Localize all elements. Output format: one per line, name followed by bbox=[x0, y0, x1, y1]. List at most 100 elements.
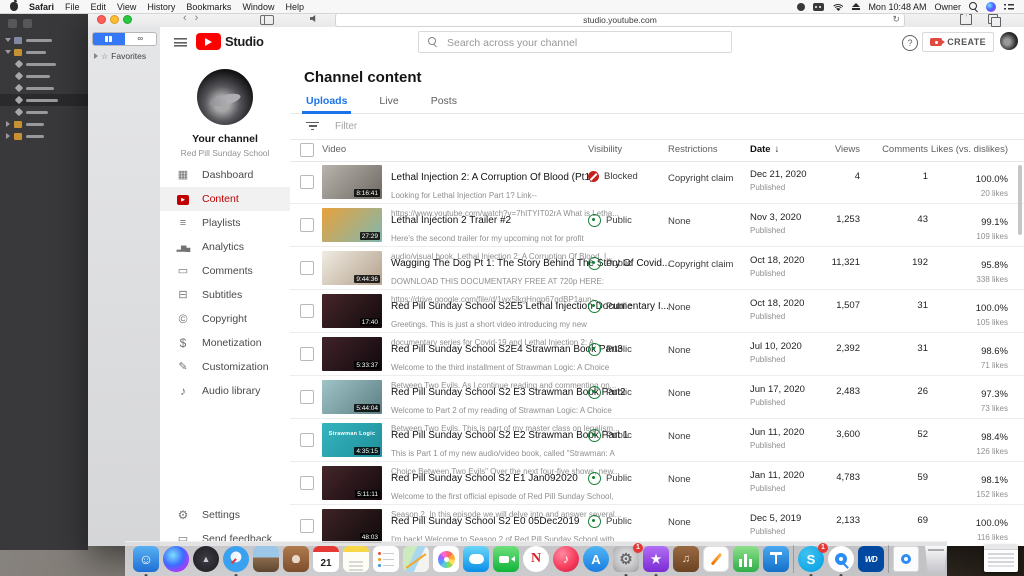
search-input[interactable] bbox=[445, 32, 727, 54]
table-row[interactable]: 27:29 Lethal Injection 2 Trailer #2 Here… bbox=[290, 204, 1024, 247]
video-thumbnail[interactable]: 48:03 bbox=[322, 509, 382, 543]
apple-menu-icon[interactable] bbox=[10, 2, 18, 11]
dock-launchpad-icon[interactable] bbox=[193, 546, 219, 572]
menubar-item[interactable]: History bbox=[147, 2, 175, 12]
wd-menulet-icon[interactable] bbox=[813, 3, 824, 11]
favorites-row[interactable]: ☆ Favorites bbox=[94, 51, 146, 61]
visibility-cell[interactable]: Public bbox=[588, 386, 632, 399]
menubar-item[interactable]: File bbox=[65, 2, 80, 12]
dock-maps-icon[interactable] bbox=[403, 546, 429, 572]
eject-icon[interactable] bbox=[852, 3, 860, 10]
header-video[interactable]: Video bbox=[322, 144, 346, 155]
filter-input[interactable] bbox=[333, 120, 537, 133]
studio-logo[interactable]: Studio bbox=[196, 33, 264, 50]
visibility-cell[interactable]: Public bbox=[588, 515, 632, 528]
dock-netflix-icon[interactable]: N bbox=[523, 546, 549, 572]
zoom-window-button[interactable] bbox=[123, 15, 132, 24]
reading-list-tab-icon[interactable]: ∞ bbox=[125, 33, 157, 45]
header-likes[interactable]: Likes (vs. dislikes) bbox=[898, 144, 1008, 155]
sidebar-item[interactable]: Analytics bbox=[160, 235, 290, 259]
header-visibility[interactable]: Visibility bbox=[588, 144, 622, 155]
header-restrictions[interactable]: Restrictions bbox=[668, 144, 718, 155]
reload-icon[interactable]: ↻ bbox=[892, 14, 900, 25]
siri-icon[interactable] bbox=[986, 2, 996, 12]
window-controls[interactable] bbox=[97, 15, 132, 24]
dock-notes-icon[interactable] bbox=[343, 546, 369, 572]
create-button[interactable]: CREATE bbox=[922, 32, 994, 52]
visibility-cell[interactable]: Public bbox=[588, 343, 632, 356]
dock-calendar-icon[interactable]: 21 bbox=[313, 546, 339, 572]
menubar-user[interactable]: Owner bbox=[934, 2, 961, 12]
dock-photo-icon[interactable] bbox=[253, 546, 279, 572]
video-thumbnail[interactable]: 27:29 bbox=[322, 208, 382, 242]
video-thumbnail[interactable]: 17:40 bbox=[322, 294, 382, 328]
visibility-cell[interactable]: Blocked bbox=[588, 171, 638, 182]
row-checkbox[interactable] bbox=[300, 175, 314, 189]
disclosure-triangle-icon[interactable] bbox=[94, 53, 98, 59]
video-thumbnail[interactable]: 8:16:41 bbox=[322, 165, 382, 199]
video-thumbnail[interactable]: 5:33:37 bbox=[322, 337, 382, 371]
dock-facetime-icon[interactable] bbox=[493, 546, 519, 572]
dock-reminders-icon[interactable] bbox=[373, 546, 399, 572]
video-title[interactable]: Red Pill Sunday School S2 E0 05Dec2019 bbox=[391, 516, 579, 527]
sidebar-item[interactable]: Customization bbox=[160, 355, 290, 379]
menubar-item[interactable]: Bookmarks bbox=[186, 2, 231, 12]
content-tab[interactable]: Live bbox=[377, 95, 400, 113]
scrollbar-thumb[interactable] bbox=[1018, 165, 1022, 235]
row-checkbox[interactable] bbox=[300, 261, 314, 275]
close-window-button[interactable] bbox=[97, 15, 106, 24]
sidebar-item[interactable]: Settings bbox=[160, 503, 290, 527]
table-row[interactable]: 5:33:37 Red Pill Sunday School S2E4 Stra… bbox=[290, 333, 1024, 376]
sidebar-item[interactable]: Comments bbox=[160, 259, 290, 283]
dock-itunes-icon[interactable] bbox=[553, 546, 579, 572]
video-thumbnail[interactable]: 9:44:36 bbox=[322, 251, 382, 285]
dock-appstore-icon[interactable]: A bbox=[583, 546, 609, 572]
sidebar-item[interactable]: Dashboard bbox=[160, 163, 290, 187]
menubar-item[interactable]: View bbox=[117, 2, 136, 12]
row-checkbox[interactable] bbox=[300, 476, 314, 490]
notification-center-icon[interactable] bbox=[1004, 3, 1014, 11]
channel-search-box[interactable] bbox=[418, 31, 732, 53]
visibility-cell[interactable]: Public bbox=[588, 429, 632, 442]
visibility-cell[interactable]: Public bbox=[588, 472, 632, 485]
visibility-cell[interactable]: Public bbox=[588, 214, 632, 227]
dock-siri-icon[interactable] bbox=[163, 546, 189, 572]
content-tab[interactable]: Uploads bbox=[304, 95, 349, 113]
dock-preferences-icon[interactable]: 1 bbox=[613, 546, 639, 572]
select-all-checkbox[interactable] bbox=[300, 143, 314, 157]
row-checkbox[interactable] bbox=[300, 519, 314, 533]
sidebar-toggle-icon[interactable] bbox=[260, 15, 274, 25]
dock-safari-icon[interactable] bbox=[223, 546, 249, 572]
minimize-window-button[interactable] bbox=[110, 15, 119, 24]
dock-keynote-icon[interactable] bbox=[763, 546, 789, 572]
sidebar-item[interactable]: Audio library bbox=[160, 379, 290, 403]
account-avatar[interactable] bbox=[1000, 32, 1018, 50]
menubar-item[interactable]: Edit bbox=[91, 2, 107, 12]
table-row[interactable]: 8:16:41 Lethal Injection 2: A Corruption… bbox=[290, 161, 1024, 204]
dock-photos-icon[interactable] bbox=[433, 546, 459, 572]
status-menulet-icon[interactable] bbox=[797, 3, 805, 11]
minimized-window-thumbnail[interactable] bbox=[984, 545, 1018, 572]
share-icon[interactable] bbox=[960, 14, 972, 25]
row-checkbox[interactable] bbox=[300, 390, 314, 404]
visibility-cell[interactable]: Public bbox=[588, 257, 632, 270]
video-thumbnail[interactable]: Strawman Logic 4:35:15 bbox=[322, 423, 382, 457]
menubar-item[interactable]: Help bbox=[285, 2, 304, 12]
address-bar[interactable]: studio.youtube.com ↻ bbox=[335, 13, 905, 27]
sidebar-item[interactable]: Copyright bbox=[160, 307, 290, 331]
menubar-clock[interactable]: Mon 10:48 AM bbox=[868, 2, 926, 12]
video-thumbnail[interactable]: 5:44:04 bbox=[322, 380, 382, 414]
wifi-icon[interactable] bbox=[832, 2, 844, 11]
dock-quicktime-icon[interactable] bbox=[828, 546, 854, 572]
sidebar-item[interactable]: Playlists bbox=[160, 211, 290, 235]
video-title[interactable]: Lethal Injection 2 Trailer #2 bbox=[391, 215, 511, 226]
dock-trash-icon[interactable] bbox=[923, 546, 949, 572]
dock-imovie-icon[interactable] bbox=[643, 546, 669, 572]
menubar-item[interactable]: Window bbox=[242, 2, 274, 12]
sidebar-segmented-control[interactable]: ∞ bbox=[92, 32, 157, 46]
header-date-sort[interactable]: Date bbox=[750, 144, 779, 155]
row-checkbox[interactable] bbox=[300, 304, 314, 318]
dock-movfile-icon[interactable] bbox=[893, 546, 919, 572]
table-row[interactable]: Strawman Logic 4:35:15 Red Pill Sunday S… bbox=[290, 419, 1024, 462]
dock-messages-icon[interactable] bbox=[463, 546, 489, 572]
